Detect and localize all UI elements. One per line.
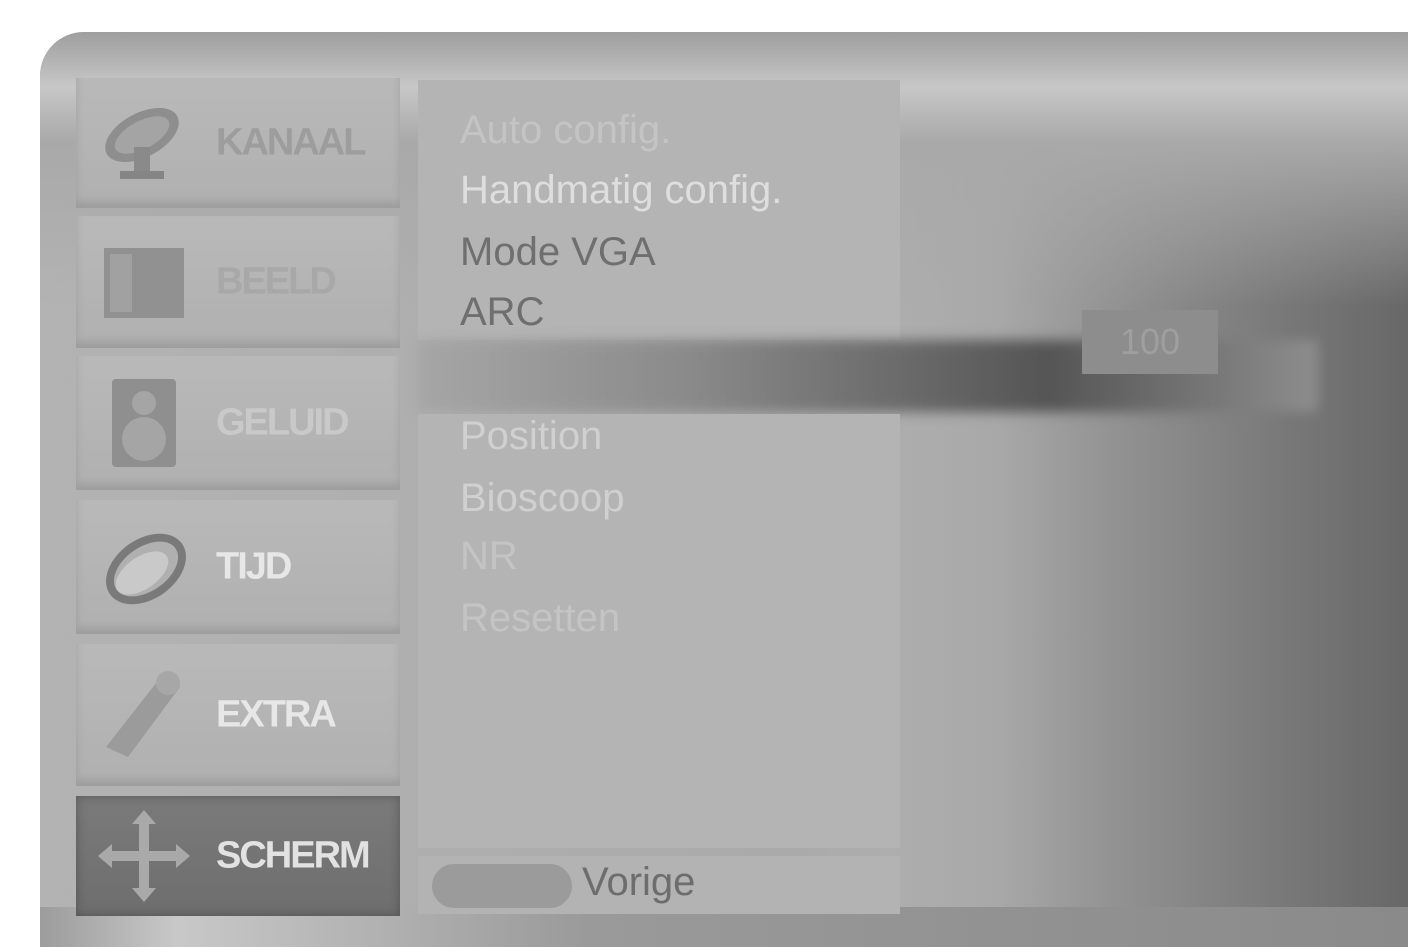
category-geluid[interactable]: GELUID [76, 356, 400, 490]
back-bar[interactable]: Vorige [418, 856, 900, 914]
menu-item-resetten[interactable]: Resetten [460, 596, 620, 641]
menu-item-bioscoop[interactable]: Bioscoop [460, 476, 625, 521]
back-label: Vorige [582, 860, 696, 904]
category-label: GELUID [216, 401, 350, 444]
category-extra[interactable]: EXTRA [76, 644, 400, 786]
screen-icon [104, 248, 184, 318]
category-label: SCHERM [216, 834, 371, 877]
submenu-bottom-panel: Position Bioscoop NR Resetten [418, 414, 900, 848]
tool-icon [106, 671, 180, 757]
category-tijd[interactable]: TIJD [76, 500, 400, 634]
menu-item-arc[interactable]: ARC [460, 290, 544, 335]
menu-item-nr[interactable]: NR [460, 534, 518, 579]
back-button-icon [432, 864, 572, 908]
menu-item-auto-config[interactable]: Auto config. [460, 108, 671, 153]
category-kanaal[interactable]: KANAAL [76, 78, 400, 208]
speaker-icon [112, 379, 176, 467]
satellite-dish-icon [105, 107, 179, 179]
clock-icon [106, 533, 186, 605]
category-scherm[interactable]: SCHERM [76, 796, 400, 916]
move-arrows-icon [98, 810, 190, 902]
category-beeld[interactable]: BEELD [76, 216, 400, 348]
menu-item-position[interactable]: Position [460, 414, 602, 459]
category-label: EXTRA [216, 693, 337, 736]
category-label: KANAAL [216, 121, 366, 164]
submenu-top-panel: Auto config. Handmatig config. Mode VGA … [418, 80, 900, 340]
menu-item-mode-vga[interactable]: Mode VGA [460, 230, 656, 275]
menu-item-handmatig-config[interactable]: Handmatig config. [460, 168, 782, 213]
tv-osd-screen: KANAAL BEELD GELUID TIJD EXTRA SCHERM Au… [0, 0, 1408, 947]
category-label: TIJD [216, 545, 292, 588]
value-text: 100 [1119, 321, 1181, 362]
value-box: 100 [1082, 310, 1218, 374]
category-label: BEELD [216, 260, 337, 303]
